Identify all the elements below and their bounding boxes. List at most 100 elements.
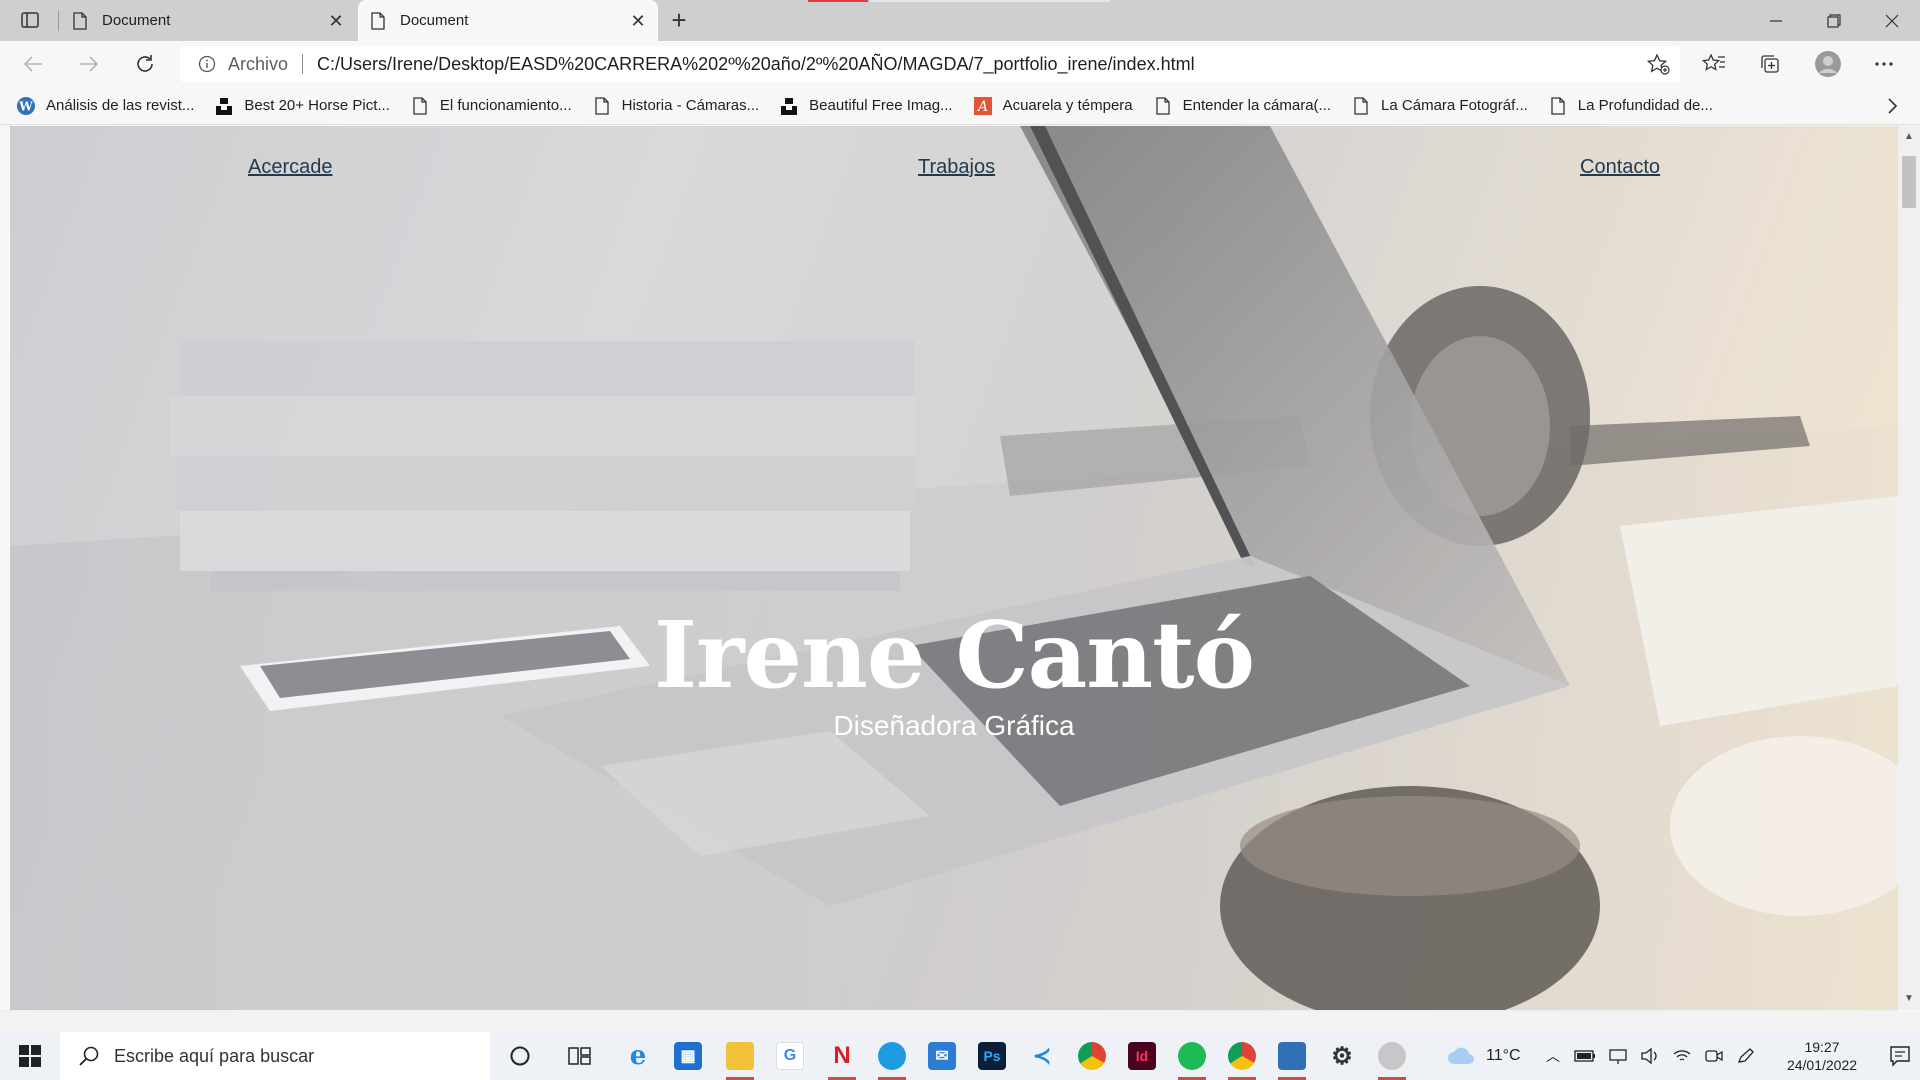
- scroll-down-icon[interactable]: ▼: [1904, 994, 1914, 1004]
- bookmark-item[interactable]: Best 20+ Horse Pict...: [214, 96, 390, 116]
- page-viewport: Acercade Trabajos Contacto Irene Cantó D…: [0, 126, 1920, 1012]
- bookmark-item[interactable]: Beautiful Free Imag...: [779, 96, 953, 116]
- hero-section: Acercade Trabajos Contacto Irene Cantó D…: [10, 126, 1898, 1010]
- taskbar-app[interactable]: [1218, 1032, 1266, 1080]
- taskbar-app[interactable]: N: [818, 1032, 866, 1080]
- file-explorer-icon: [726, 1042, 754, 1070]
- close-icon: [1885, 14, 1899, 27]
- bookmark-item[interactable]: La Cámara Fotográf...: [1351, 96, 1528, 116]
- forward-arrow-icon: [80, 56, 99, 72]
- taskbar-app[interactable]: Ps: [968, 1032, 1016, 1080]
- system-tray: ︿: [1546, 1032, 1756, 1080]
- bookmark-item[interactable]: Historia - Cámaras...: [592, 96, 760, 116]
- battery-icon[interactable]: [1574, 1049, 1596, 1063]
- back-arrow-icon: [23, 56, 42, 72]
- hero-background-image: [10, 126, 1898, 1010]
- profile-button[interactable]: [1810, 48, 1846, 80]
- bookmark-item[interactable]: A Acuarela y témpera: [973, 96, 1133, 116]
- wifi-icon[interactable]: [1672, 1047, 1692, 1065]
- minimize-button[interactable]: [1748, 0, 1804, 41]
- tab-document-2[interactable]: Document ✕: [358, 0, 658, 41]
- chevron-right-icon[interactable]: [1886, 96, 1900, 116]
- page-icon: [410, 96, 430, 116]
- settings-more-button[interactable]: [1866, 48, 1902, 80]
- indesign-icon: Id: [1128, 1042, 1156, 1070]
- taskbar-app[interactable]: Id: [1118, 1032, 1166, 1080]
- page-icon: [1548, 96, 1568, 116]
- taskbar-app[interactable]: [1168, 1032, 1216, 1080]
- loading-accent: [808, 0, 868, 2]
- taskbar-app[interactable]: [716, 1032, 764, 1080]
- add-favorite-icon[interactable]: [1646, 53, 1670, 75]
- taskbar-app[interactable]: e: [614, 1032, 662, 1080]
- tab-title: Document: [400, 12, 469, 29]
- info-icon[interactable]: [198, 55, 216, 73]
- restore-button[interactable]: [1806, 0, 1862, 41]
- taskbar-app[interactable]: ▦: [664, 1032, 712, 1080]
- url-text[interactable]: C:/Users/Irene/Desktop/EASD%20CARRERA%20…: [317, 54, 1195, 75]
- hero-title: Irene Cantó: [653, 601, 1255, 709]
- nav-link-works[interactable]: Trabajos: [918, 156, 995, 179]
- search-icon: [79, 1046, 99, 1066]
- favorites-button[interactable]: [1696, 48, 1732, 80]
- refresh-icon: [137, 55, 153, 72]
- nav-link-contact[interactable]: Contacto: [1580, 156, 1660, 179]
- close-tab-icon[interactable]: ✕: [630, 12, 646, 30]
- bookmark-label: Beautiful Free Imag...: [809, 97, 953, 114]
- tab-actions-button[interactable]: [12, 8, 48, 32]
- meet-now-icon[interactable]: [1704, 1047, 1724, 1065]
- taskbar-app[interactable]: ⚙: [1318, 1032, 1366, 1080]
- clock[interactable]: 19:27 24/01/2022: [1772, 1038, 1872, 1074]
- nav-link-about[interactable]: Acercade: [248, 156, 333, 179]
- bookmarks-bar: W Análisis de las revist... Best 20+ Hor…: [0, 87, 1920, 125]
- notification-icon[interactable]: [1888, 1044, 1912, 1068]
- bookmark-item[interactable]: Entender la cámara(...: [1153, 96, 1331, 116]
- netflix-icon: N: [833, 1042, 851, 1069]
- cortana-button[interactable]: [496, 1032, 544, 1080]
- close-window-button[interactable]: [1864, 0, 1920, 41]
- bookmark-label: El funcionamiento...: [439, 97, 572, 114]
- clock-date: 24/01/2022: [1786, 1057, 1858, 1073]
- horizontal-scrollbar[interactable]: [0, 1010, 1898, 1012]
- bookmark-label: Historia - Cámaras...: [621, 97, 760, 114]
- taskbar-app[interactable]: ✉: [918, 1032, 966, 1080]
- volume-icon[interactable]: [1640, 1047, 1660, 1065]
- bookmark-label: Entender la cámara(...: [1182, 97, 1332, 114]
- collections-button[interactable]: [1752, 48, 1788, 80]
- task-view-icon: [568, 1047, 591, 1065]
- back-button[interactable]: [16, 48, 50, 80]
- scheme-label: Archivo: [228, 53, 289, 74]
- svg-text:A: A: [976, 99, 988, 115]
- new-tab-button[interactable]: +: [664, 6, 694, 36]
- wordpress-icon: W: [16, 96, 36, 116]
- network-icon[interactable]: [1608, 1047, 1628, 1065]
- search-placeholder: Escribe aquí para buscar: [114, 1045, 315, 1066]
- taskbar-app[interactable]: [1068, 1032, 1116, 1080]
- taskbar-search[interactable]: Escribe aquí para buscar: [60, 1032, 490, 1080]
- close-tab-icon[interactable]: ✕: [328, 12, 344, 30]
- chevron-up-icon[interactable]: ︿: [1546, 1046, 1560, 1066]
- scroll-up-icon[interactable]: ▲: [1904, 132, 1914, 142]
- tab-title: Document: [102, 12, 171, 29]
- vertical-scroll-thumb[interactable]: [1902, 156, 1916, 208]
- photos-icon: [1278, 1042, 1306, 1070]
- omnibox[interactable]: Archivo C:/Users/Irene/Desktop/EASD%20CA…: [180, 46, 1680, 82]
- bookmark-item[interactable]: W Análisis de las revist...: [16, 96, 194, 116]
- bookmark-item[interactable]: El funcionamiento...: [410, 96, 572, 116]
- start-button[interactable]: [0, 1032, 60, 1080]
- taskbar-app[interactable]: [1368, 1032, 1416, 1080]
- vertical-scrollbar[interactable]: ▲ ▼: [1898, 126, 1920, 1010]
- taskbar-app[interactable]: [868, 1032, 916, 1080]
- taskbar-app[interactable]: G: [766, 1032, 814, 1080]
- acuarela-icon: A: [973, 96, 993, 116]
- microsoft-store-icon: ▦: [674, 1042, 702, 1070]
- task-view-button[interactable]: [556, 1032, 604, 1080]
- taskbar-app[interactable]: ≺: [1018, 1032, 1066, 1080]
- refresh-button[interactable]: [128, 48, 162, 80]
- weather-widget[interactable]: 11°C: [1446, 1032, 1521, 1080]
- taskbar-app[interactable]: [1268, 1032, 1316, 1080]
- pen-icon[interactable]: [1736, 1047, 1756, 1065]
- tab-document-1[interactable]: Document ✕: [60, 0, 356, 41]
- bookmark-item[interactable]: La Profundidad de...: [1548, 96, 1713, 116]
- forward-button[interactable]: [72, 48, 106, 80]
